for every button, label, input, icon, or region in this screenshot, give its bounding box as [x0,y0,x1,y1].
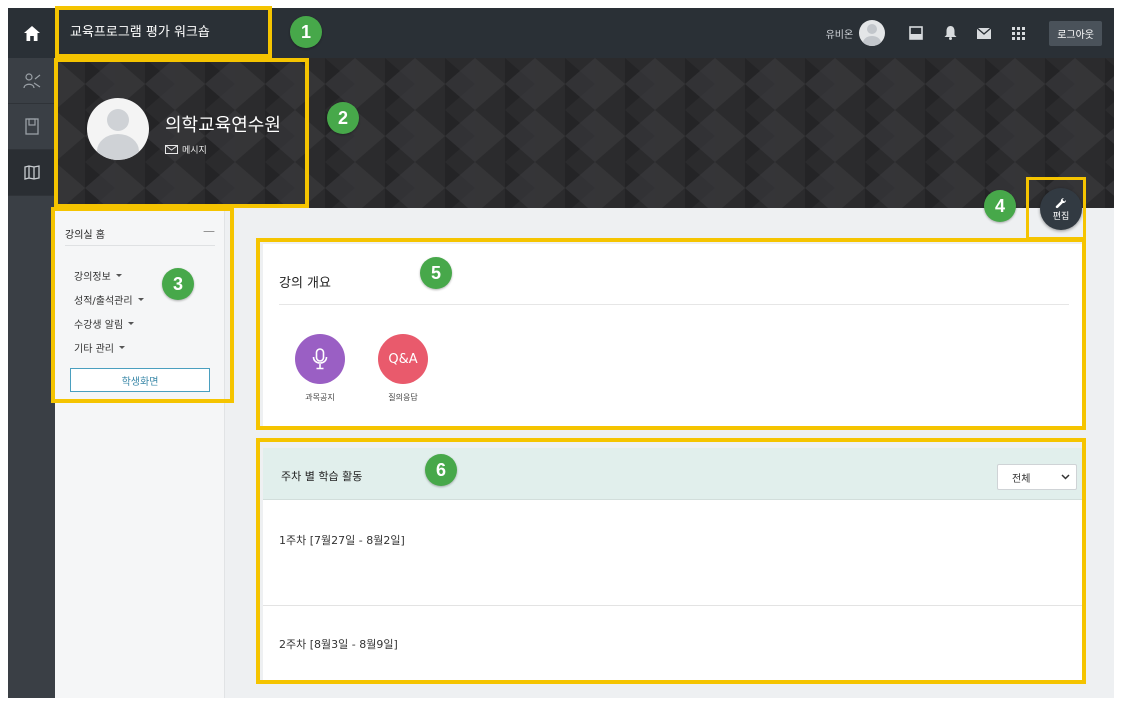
rail-item-participants[interactable] [8,58,55,104]
annotation-badge-6: 6 [425,454,457,486]
course-title[interactable]: 교육프로그램 평가 워크숍 [70,8,210,58]
week-2-title[interactable]: 2주차 [8월3일 - 8월9일] [279,636,398,652]
qna-item[interactable]: Q&A 질의응답 [373,334,433,403]
apps-grid-icon[interactable] [1009,24,1027,42]
course-banner: 의학교육연수원 메시지 [55,58,1114,208]
menu-item-grades[interactable]: 성적/출석관리 [74,287,144,311]
student-view-button[interactable]: 학생화면 [70,368,210,392]
week-row-2[interactable]: 2주차 [8월3일 - 8월9일] [263,606,1083,684]
rail-item-notes[interactable] [8,104,55,150]
qna-button[interactable]: Q&A [378,334,428,384]
weekly-title: 주차 별 학습 활동 [281,470,363,483]
wrench-icon [1055,197,1066,208]
week-row-1[interactable]: 1주차 [7월27일 - 8월2일] [263,500,1083,606]
menu-item-other[interactable]: 기타 관리 [74,335,144,359]
microphone-icon [312,348,328,370]
week-filter-value: 전체 [1012,473,1031,485]
qna-label: 질의응답 [388,393,418,402]
app-window: 교육프로그램 평가 워크숍 유비온 로그아웃 의학교육연수원 메시지 강의실 홈… [8,8,1114,698]
menu-item-course-info[interactable]: 강의정보 [74,263,144,287]
annotation-badge-1: 1 [290,16,322,48]
map-icon [23,165,40,180]
home-button[interactable] [8,8,55,58]
left-rail [8,58,55,698]
course-menu-list: 강의정보 성적/출석관리 수강생 알림 기타 관리 [74,263,144,359]
rail-item-map[interactable] [8,150,55,196]
weekly-header: 주차 별 학습 활동 전체 [263,448,1083,500]
profile-avatar [87,98,149,160]
course-menu: 강의실 홈 — 강의정보 성적/출석관리 수강생 알림 기타 관리 학생화면 [55,208,225,698]
caret-down-icon [118,345,125,349]
caret-down-icon [115,273,122,277]
envelope-icon [165,145,178,154]
divider [279,304,1069,305]
user-avatar[interactable] [859,20,886,46]
annotation-badge-3: 3 [162,268,194,300]
edit-label: 편집 [1052,211,1070,222]
users-icon [22,72,40,88]
message-label: 메시지 [182,146,207,156]
edit-button[interactable]: 편집 [1040,188,1082,230]
message-link[interactable]: 메시지 [165,143,207,156]
course-menu-header: 강의실 홈 — [65,225,215,246]
course-menu-title[interactable]: 강의실 홈 [65,226,105,245]
collapse-button[interactable]: — [203,225,215,245]
main-content: 강의 개요 과목공지 Q&A 질의응답 주차 별 학습 활동 전체 1주차 [7… [225,208,1114,698]
top-navbar: 교육프로그램 평가 워크숍 유비온 로그아웃 [8,8,1114,58]
user-name[interactable]: 유비온 [826,26,854,41]
menu-item-notifications[interactable]: 수강생 알림 [74,311,144,335]
caret-down-icon [128,321,135,325]
annotation-badge-2: 2 [327,102,359,134]
home-icon [23,25,40,41]
annotation-badge-4: 4 [984,190,1016,222]
announcements-label: 과목공지 [305,393,335,402]
bell-icon[interactable] [941,24,959,42]
profile-name: 의학교육연수원 [165,115,281,136]
mail-icon[interactable] [975,24,993,42]
overview-title: 강의 개요 [279,276,331,291]
notebook-icon [24,118,39,135]
weekly-activities: 주차 별 학습 활동 전체 1주차 [7월27일 - 8월2일] 2주차 [8월… [263,448,1083,684]
course-overview: 강의 개요 과목공지 Q&A 질의응답 [263,244,1083,426]
announcements-button[interactable] [295,334,345,384]
week-1-title[interactable]: 1주차 [7월27일 - 8월2일] [279,532,405,548]
layout-icon[interactable] [907,24,925,42]
caret-down-icon [137,297,144,301]
announcements-item[interactable]: 과목공지 [290,334,350,403]
logout-button[interactable]: 로그아웃 [1049,20,1102,46]
chevron-down-icon [1061,474,1070,480]
annotation-badge-5: 5 [420,257,452,289]
week-filter-select[interactable]: 전체 [997,464,1077,490]
